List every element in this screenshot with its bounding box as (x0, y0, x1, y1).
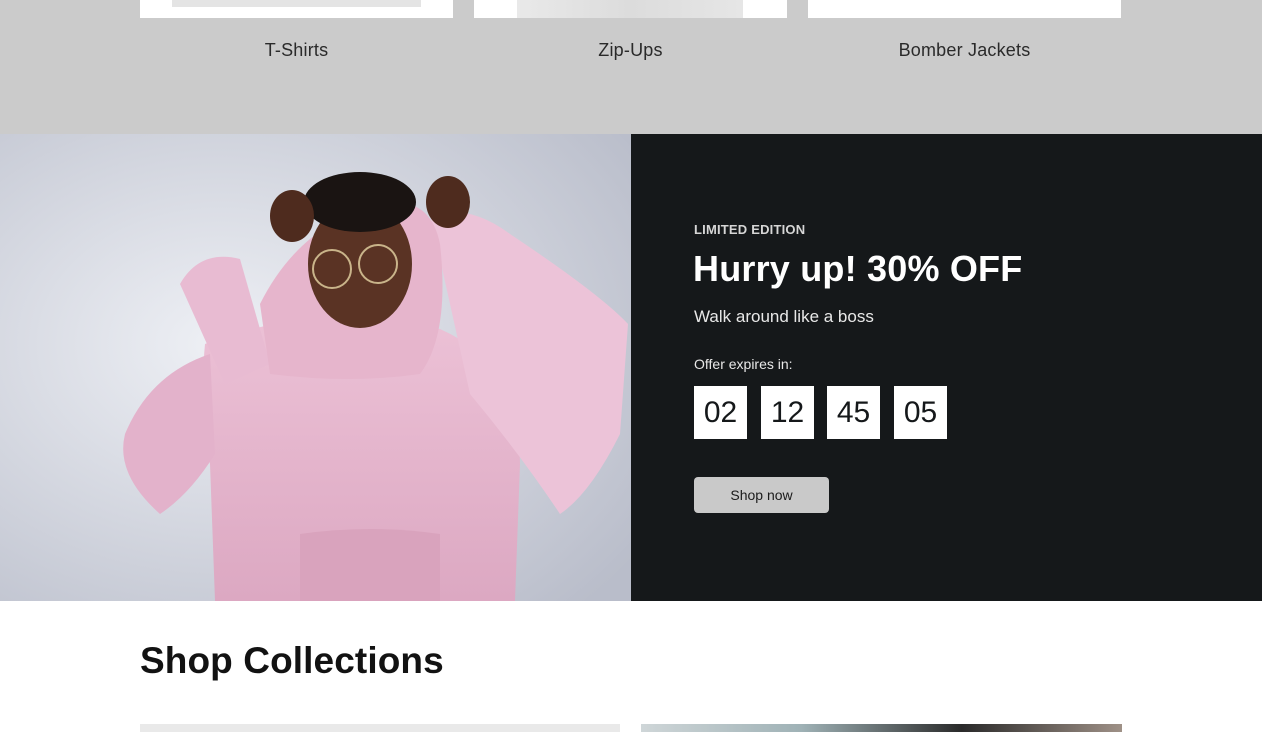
category-label-bomber-jackets[interactable]: Bomber Jackets (808, 40, 1121, 61)
promo-content-panel: LIMITED EDITION Hurry up! 30% OFF Walk a… (631, 134, 1262, 601)
category-card-bomber-jackets[interactable] (808, 0, 1121, 18)
category-label-zipups[interactable]: Zip-Ups (474, 40, 787, 61)
promo-model-photo (0, 134, 631, 601)
countdown-minutes: 45 (827, 386, 880, 439)
category-label-tshirts[interactable]: T-Shirts (140, 40, 453, 61)
collection-card-2[interactable] (641, 724, 1122, 732)
category-strip: T-Shirts Zip-Ups Bomber Jackets (0, 0, 1262, 134)
collection-card-1[interactable] (140, 724, 620, 732)
offer-expires-label: Offer expires in: (694, 356, 793, 372)
countdown-seconds: 05 (894, 386, 947, 439)
model-hoodie-illustration (0, 134, 631, 601)
promo-headline: Hurry up! 30% OFF (693, 248, 1023, 289)
countdown-days: 02 (694, 386, 747, 439)
category-card-tshirts[interactable] (140, 0, 453, 18)
category-card-zipups[interactable] (474, 0, 787, 18)
countdown-hours: 12 (761, 386, 814, 439)
collections-heading: Shop Collections (140, 640, 444, 681)
promo-tagline: Walk around like a boss (694, 307, 874, 326)
category-image-tshirts (172, 0, 421, 7)
promo-banner: LIMITED EDITION Hurry up! 30% OFF Walk a… (0, 134, 1262, 601)
shop-now-button[interactable]: Shop now (694, 477, 829, 513)
promo-eyebrow: LIMITED EDITION (694, 222, 806, 237)
category-image-zipups (517, 0, 743, 18)
